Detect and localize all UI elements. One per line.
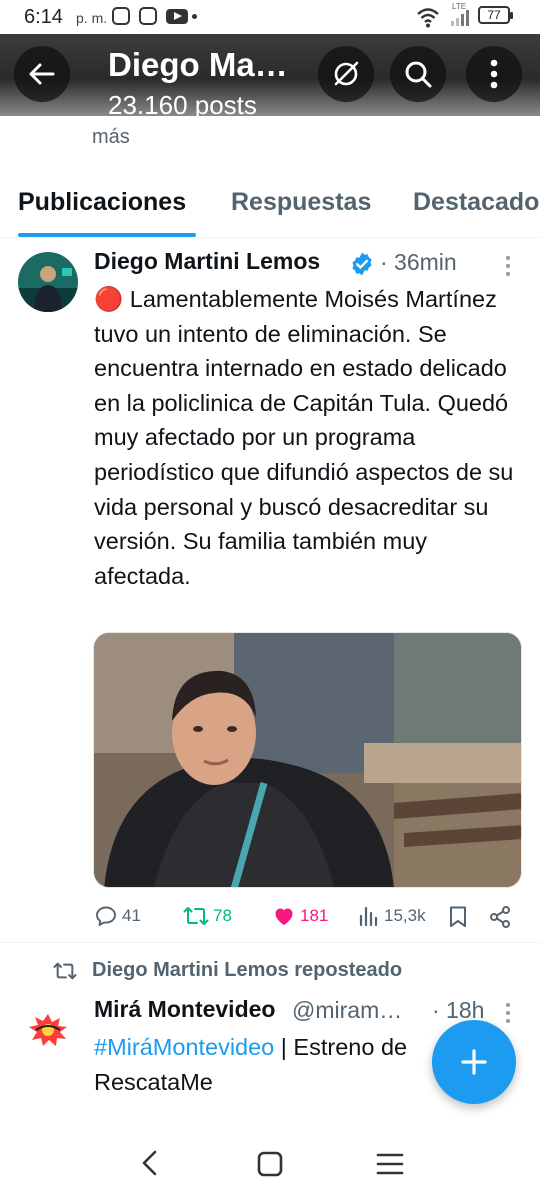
repost-indicator-icon xyxy=(53,962,77,980)
share-icon[interactable] xyxy=(488,905,512,929)
grok-icon xyxy=(334,61,359,86)
mira-montevideo-logo-icon xyxy=(29,1014,67,1046)
tweet2-author-name[interactable]: Mirá Montevideo xyxy=(94,996,275,1023)
avatar[interactable] xyxy=(18,252,78,312)
reply-icon xyxy=(96,906,116,926)
compose-post-button[interactable] xyxy=(432,1020,516,1104)
tab-respuestas[interactable]: Respuestas xyxy=(231,188,371,217)
nav-home-icon[interactable] xyxy=(256,1150,284,1178)
nav-back-icon[interactable] xyxy=(138,1148,162,1178)
reposted-by-label[interactable]: Diego Martini Lemos reposteado xyxy=(92,959,402,982)
tab-destacado[interactable]: Destacado xyxy=(413,188,539,217)
notification-dot-icon xyxy=(192,14,197,19)
reply-count: 41 xyxy=(122,906,141,925)
avatar-2[interactable] xyxy=(18,1000,78,1060)
views-button[interactable]: 15,3k xyxy=(358,904,426,928)
tweet-more-icon[interactable] xyxy=(504,255,512,277)
status-bar: 6:14 p. m. LTE 77 xyxy=(0,0,540,34)
like-button[interactable]: 181 xyxy=(272,904,328,928)
system-navigation-bar xyxy=(0,1118,540,1200)
like-count: 181 xyxy=(300,906,329,925)
instagram-icon-2 xyxy=(139,7,157,25)
wifi-icon xyxy=(417,8,439,28)
plus-icon xyxy=(461,1049,487,1075)
bookmark-icon[interactable] xyxy=(448,905,468,929)
verified-badge-icon xyxy=(352,252,372,276)
views-icon xyxy=(359,906,378,927)
tab-publicaciones[interactable]: Publicaciones xyxy=(18,188,186,217)
tabs-divider xyxy=(0,237,540,238)
arrow-left-icon xyxy=(29,63,55,85)
tweet-divider xyxy=(0,942,540,943)
status-ampm: p. m. xyxy=(76,10,108,26)
tweet2-handle[interactable]: @miram… xyxy=(292,997,402,1024)
post-count: 23.160 posts xyxy=(108,90,257,116)
nav-recents-icon[interactable] xyxy=(376,1152,404,1176)
avatar-image xyxy=(18,252,78,312)
back-button[interactable] xyxy=(14,46,70,102)
views-count: 15,3k xyxy=(384,906,426,925)
hashtag-link[interactable]: #MiráMontevideo xyxy=(94,1034,274,1060)
battery-indicator: 77 xyxy=(478,6,513,24)
search-icon xyxy=(405,61,432,88)
profile-header: Diego Ma… 23.160 posts xyxy=(0,34,540,116)
followers-known-text: más xyxy=(92,126,130,148)
repost-count: 78 xyxy=(213,906,232,925)
repost-button[interactable]: 78 xyxy=(183,904,232,928)
grok-button[interactable] xyxy=(318,46,374,102)
heart-filled-icon xyxy=(275,908,293,925)
tweet2-more-icon[interactable] xyxy=(504,1002,512,1024)
tweet-photo[interactable] xyxy=(93,632,522,888)
reply-button[interactable]: 41 xyxy=(94,904,141,928)
tweet-timestamp[interactable]: · 36min xyxy=(380,249,457,276)
instagram-icon xyxy=(112,7,130,25)
repost-icon xyxy=(183,907,209,925)
youtube-icon xyxy=(166,9,188,24)
tweet-author-name[interactable]: Diego Martini Lemos xyxy=(94,248,320,275)
more-options-button[interactable] xyxy=(466,46,522,102)
tweet-text: 🔴 Lamentablemente Moisés Martínez tuvo u… xyxy=(94,286,514,589)
tweet-photo-image xyxy=(94,633,521,887)
header-title: Diego Ma… xyxy=(108,46,288,83)
search-button[interactable] xyxy=(390,46,446,102)
more-vertical-icon xyxy=(490,59,498,89)
tweet2-text-body: | Estreno de xyxy=(274,1034,408,1060)
signal-icon xyxy=(451,10,469,26)
status-time: 6:14 xyxy=(24,6,63,28)
tweet2-text-line2: RescataMe xyxy=(94,1069,213,1095)
